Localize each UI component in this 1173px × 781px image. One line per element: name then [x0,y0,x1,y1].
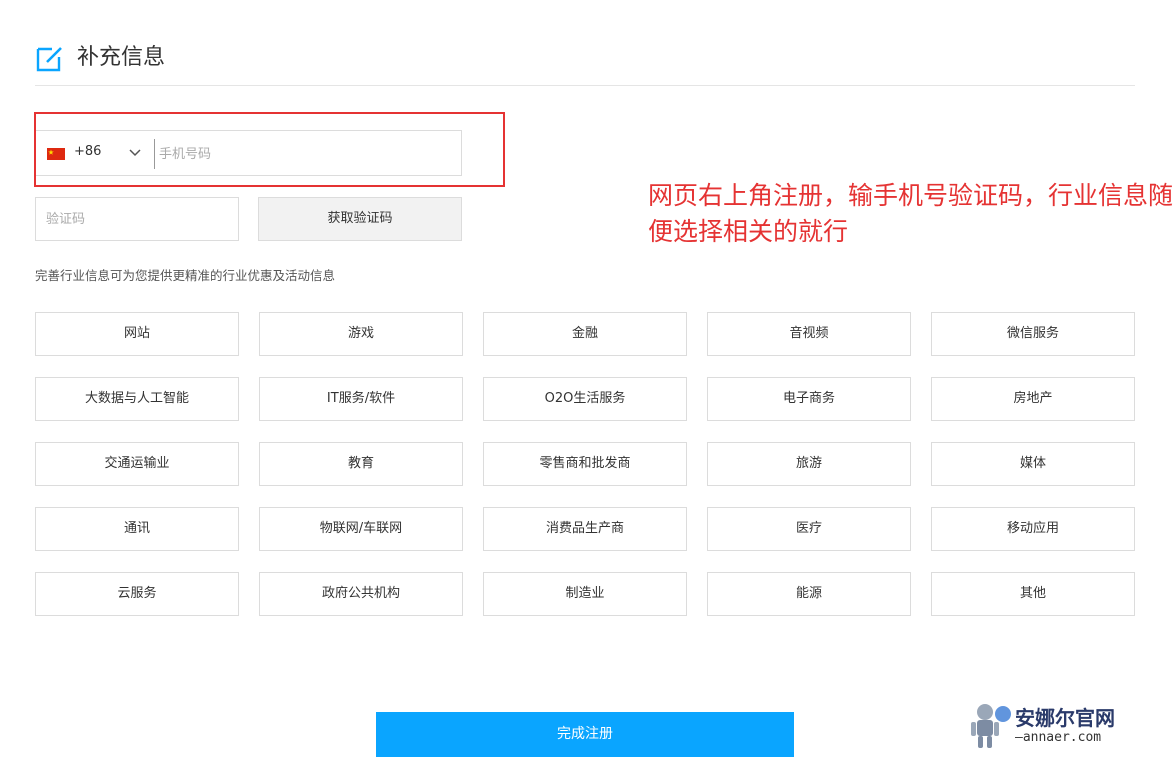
industry-option[interactable]: 游戏 [259,312,463,356]
annotation-text: 网页右上角注册，输手机号验证码，行业信息随便选择相关的就行 [648,181,1173,246]
industry-option[interactable]: 制造业 [483,572,687,616]
industry-option[interactable]: 通讯 [35,507,239,551]
industry-option[interactable]: 交通运输业 [35,442,239,486]
industry-option[interactable]: 音视频 [707,312,911,356]
industry-hint: 完善行业信息可为您提供更精准的行业优惠及活动信息 [35,268,336,283]
robot-icon [971,704,1011,748]
industry-option[interactable]: 移动应用 [931,507,1135,551]
highlight-annotation-box [34,112,505,187]
industry-option[interactable]: O2O生活服务 [483,377,687,421]
watermark-name: 安娜尔官网 [1015,706,1115,730]
industry-option[interactable]: 大数据与人工智能 [35,377,239,421]
industry-option[interactable]: 政府公共机构 [259,572,463,616]
verification-code-input[interactable] [35,197,239,241]
industry-option[interactable]: 金融 [483,312,687,356]
get-code-button[interactable]: 获取验证码 [258,197,462,241]
industry-option[interactable]: 电子商务 [707,377,911,421]
industry-option[interactable]: 零售商和批发商 [483,442,687,486]
page-header: 补充信息 [35,40,1135,86]
industry-option[interactable]: 网站 [35,312,239,356]
industry-option[interactable]: 媒体 [931,442,1135,486]
industry-option[interactable]: 教育 [259,442,463,486]
industry-option[interactable]: 物联网/车联网 [259,507,463,551]
industry-option[interactable]: 消费品生产商 [483,507,687,551]
industry-option[interactable]: 医疗 [707,507,911,551]
industry-option[interactable]: 其他 [931,572,1135,616]
industry-option[interactable]: 能源 [707,572,911,616]
industry-option[interactable]: 微信服务 [931,312,1135,356]
watermark-url: —annaer.com [1015,730,1102,745]
industry-option[interactable]: 房地产 [931,377,1135,421]
industry-option[interactable]: 旅游 [707,442,911,486]
complete-registration-button[interactable]: 完成注册 [376,712,794,757]
edit-icon [36,47,62,72]
industry-option[interactable]: IT服务/软件 [259,377,463,421]
watermark-logo: 安娜尔官网 —annaer.com [963,700,1143,750]
industry-option[interactable]: 云服务 [35,572,239,616]
page-title: 补充信息 [77,45,166,70]
